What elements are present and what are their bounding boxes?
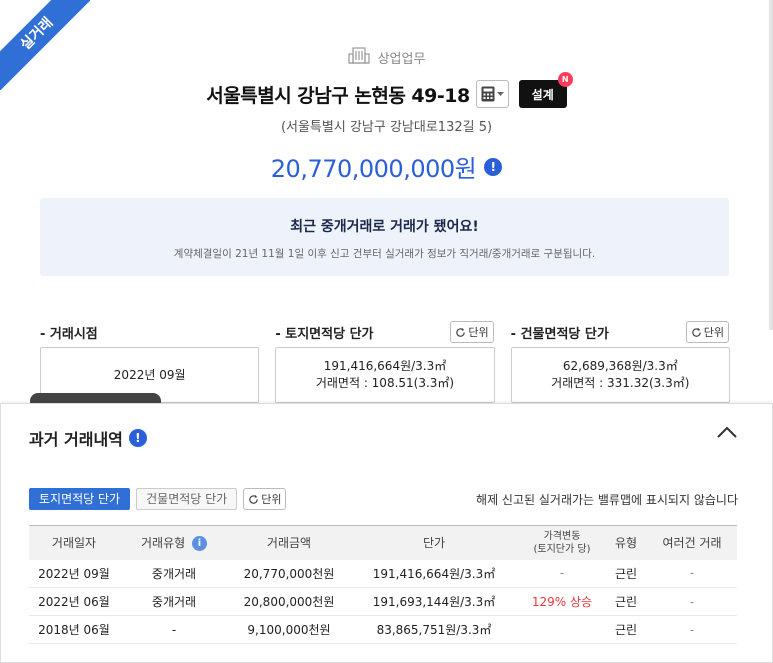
building-icon	[347, 46, 370, 68]
category-label: 상업업무	[377, 51, 426, 67]
tab-land-unit-price[interactable]: 토지면적당 단가	[29, 488, 131, 510]
unit-toggle-button[interactable]: 단위	[685, 321, 729, 343]
stat-value: 2022년 09월	[113, 367, 186, 382]
refresh-icon	[456, 327, 466, 337]
unit-toggle-button[interactable]: 단위	[243, 488, 287, 510]
stat-box: 62,689,368원/3.3㎡ 거래면적 : 331.32(3.3㎡)	[510, 347, 730, 403]
stat-area: 거래면적 : 108.51(3.3㎡)	[315, 376, 455, 390]
stat-area: 거래면적 : 331.32(3.3㎡)	[551, 376, 690, 390]
history-title: 과거 거래내역	[29, 430, 123, 449]
stat-box: 191,416,664원/3.3㎡ 거래면적 : 108.51(3.3㎡)	[275, 347, 495, 403]
stat-value: 62,689,368원/3.3㎡	[562, 359, 678, 373]
road-address: (서울특별시 강남구 강남대로132길 5)	[280, 120, 493, 135]
notice-banner: 최근 중개거래로 거래가 됐어요! 계약체결일이 21년 11월 1일 이후 신…	[40, 198, 729, 276]
new-badge: N	[557, 72, 573, 87]
refresh-icon	[249, 494, 258, 504]
table-row[interactable]: 2022년 06월 중개거래 20,800,000천원 191,693,144원…	[29, 587, 737, 616]
calculator-icon	[481, 86, 495, 102]
stats-section: - 거래시점 2022년 09월 - 토지면적당 단가 단위 191,416,6…	[40, 320, 730, 403]
unit-tabs: 토지면적당 단가 건물면적당 단가 단위	[29, 488, 287, 510]
stat-land-unit-price: - 토지면적당 단가 단위 191,416,664원/3.3㎡ 거래면적 : 1…	[275, 320, 495, 403]
table-header-row: 거래일자 거래유형 i 거래금액 단가 가격변동 (토지단가 당) 유형 여러건…	[29, 525, 737, 560]
notice-description: 계약체결일이 21년 11월 1일 이후 신고 건부터 실거래가 정보가 직거래…	[173, 248, 596, 260]
info-icon[interactable]: !	[484, 157, 503, 176]
price-change-rise: 129% 상승	[519, 587, 605, 616]
col-date: 거래일자	[51, 536, 97, 551]
design-button[interactable]: 설계 N	[518, 72, 573, 108]
col-multiple: 여러건 거래	[662, 536, 722, 551]
unit-toggle-button[interactable]: 단위	[450, 321, 494, 343]
history-panel: 과거 거래내역 ! 토지면적당 단가 건물면적당 단가 단위 해제 신고된 실거…	[0, 403, 773, 663]
col-unit-price: 단가	[422, 536, 446, 551]
ribbon-label: 실거래	[0, 0, 90, 90]
category: 상업업무	[0, 46, 773, 68]
col-amount: 거래금액	[266, 536, 312, 551]
col-type: 거래유형 i	[119, 526, 229, 560]
tab-building-unit-price[interactable]: 건물면적당 단가	[136, 488, 238, 510]
transaction-price: 20,770,000,000원	[270, 155, 477, 183]
calculator-button[interactable]	[475, 80, 509, 108]
stat-value: 191,416,664원/3.3㎡	[323, 359, 447, 373]
table-row[interactable]: 2022년 09월 중개거래 20,770,000천원 191,416,664원…	[29, 559, 737, 588]
info-icon[interactable]: i	[192, 536, 207, 552]
stat-label: - 토지면적당 단가	[275, 326, 374, 342]
table-row[interactable]: 2018년 06월 - 9,100,000천원 83,865,751원/3.3㎡…	[29, 615, 737, 644]
notice-title: 최근 중개거래로 거래가 됐어요!	[290, 219, 479, 235]
stat-label: - 거래시점	[40, 326, 98, 342]
property-header: 상업업무 서울특별시 강남구 논현동 49-18 설계 N (서울특별시 강남구…	[0, 46, 773, 184]
col-price-change: 가격변동 (토지단가 당)	[533, 530, 591, 555]
stat-transaction-date: - 거래시점 2022년 09월	[40, 320, 260, 403]
chevron-up-icon[interactable]	[716, 424, 738, 443]
ribbon: 실거래	[0, 0, 90, 90]
refresh-icon	[692, 327, 701, 337]
history-table: 거래일자 거래유형 i 거래금액 단가 가격변동 (토지단가 당) 유형 여러건…	[29, 525, 737, 644]
property-title: 서울특별시 강남구 논현동 49-18	[206, 84, 470, 107]
stat-label: - 건물면적당 단가	[510, 326, 609, 342]
cancellation-hint: 해제 신고된 실거래가는 밸류맵에 표시되지 않습니다	[476, 493, 738, 507]
caret-down-icon	[496, 91, 504, 96]
col-use-type: 유형	[614, 536, 638, 551]
info-icon[interactable]: !	[128, 429, 147, 447]
design-button-label: 설계	[531, 87, 554, 102]
stat-building-unit-price: - 건물면적당 단가 단위 62,689,368원/3.3㎡ 거래면적 : 33…	[510, 320, 730, 403]
